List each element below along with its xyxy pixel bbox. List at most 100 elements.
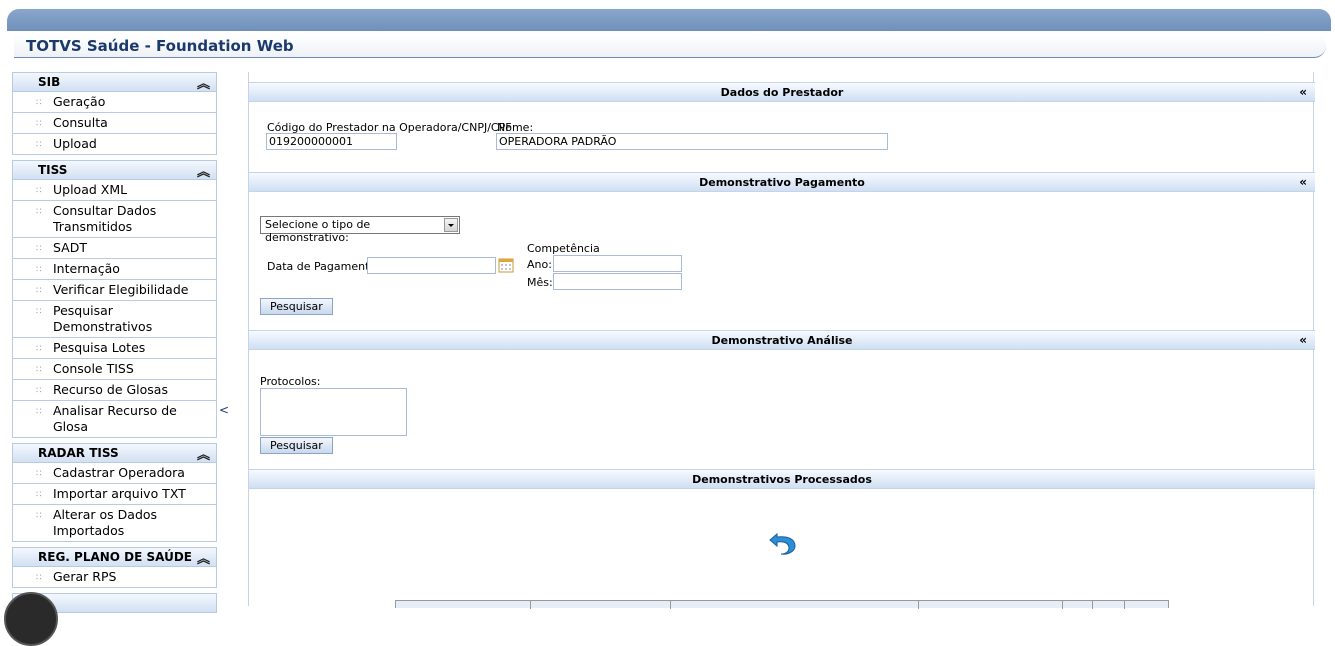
menu-item-internacao[interactable]: ∷ Internação <box>12 259 217 280</box>
collapse-up-icon[interactable]: ︽ <box>197 161 210 180</box>
menu-group-title: RADAR TISS <box>38 446 119 460</box>
bullet-icon: ∷ <box>36 286 42 296</box>
collapse-section-icon[interactable]: « <box>1299 175 1307 189</box>
competencia-label: Competência <box>527 242 600 255</box>
section-header-analise: Demonstrativo Análise « <box>249 330 1315 350</box>
select-value: Selecione o tipo de demonstrativo: <box>265 218 371 244</box>
menu-group-radar-tiss[interactable]: RADAR TISS ︽ <box>12 443 217 463</box>
protocolos-textarea[interactable] <box>260 388 407 436</box>
mes-label: Mês: <box>527 276 553 289</box>
codigo-prestador-field[interactable]: 019200000001 <box>266 133 397 150</box>
bullet-icon: ∷ <box>36 207 42 217</box>
app-title-bar: TOTVS Saúde - Foundation Web <box>14 34 1326 58</box>
menu-item-gerar-rps[interactable]: ∷ Gerar RPS <box>12 567 217 588</box>
menu-group-reg-plano[interactable]: REG. PLANO DE SAÚDE ︽ <box>12 547 217 567</box>
collapse-up-icon[interactable]: ︽ <box>197 444 210 463</box>
section-header-prestador: Dados do Prestador « <box>249 82 1315 102</box>
ano-field[interactable] <box>553 255 682 272</box>
menu-item-label: Consulta <box>53 115 108 130</box>
menu-item-pesquisa-lotes[interactable]: ∷ Pesquisa Lotes <box>12 338 217 359</box>
menu-item-pesquisar-demonstrativos[interactable]: ∷ Pesquisar Demonstrativos <box>12 301 217 338</box>
bullet-icon: ∷ <box>36 386 42 396</box>
collapse-up-icon[interactable]: ︽ <box>197 548 210 567</box>
bullet-icon: ∷ <box>36 265 42 275</box>
dropdown-arrow-icon[interactable] <box>444 218 458 232</box>
bullet-icon: ∷ <box>36 469 42 479</box>
collapse-up-icon[interactable]: ︽ <box>197 73 210 92</box>
bullet-icon: ∷ <box>36 573 42 583</box>
section-title: Demonstrativo Análise <box>711 334 853 347</box>
menu-item-analisar-recurso[interactable]: ∷ Analisar Recurso de Glosa <box>12 401 217 438</box>
bullet-icon: ∷ <box>36 365 42 375</box>
pesquisar-analise-button[interactable]: Pesquisar <box>260 437 333 454</box>
calendar-icon[interactable] <box>498 257 514 276</box>
bullet-icon: ∷ <box>36 119 42 129</box>
section-title: Dados do Prestador <box>720 86 844 99</box>
menu-item-label: Cadastrar Operadora <box>53 465 185 480</box>
menu-item-consulta[interactable]: ∷ Consulta <box>12 113 217 134</box>
menu-group-title: REG. PLANO DE SAÚDE <box>38 550 192 564</box>
menu-item-upload-xml[interactable]: ∷ Upload XML <box>12 180 217 201</box>
data-pagamento-field[interactable] <box>367 257 496 274</box>
section-title: Demonstrativos Processados <box>692 473 872 486</box>
mes-field[interactable] <box>553 273 682 290</box>
bullet-icon: ∷ <box>36 490 42 500</box>
menu-item-label: Upload XML <box>53 182 128 197</box>
menu-item-label: Pesquisar Demonstrativos <box>53 303 153 334</box>
processados-table-header <box>395 600 1169 609</box>
menu-item-label: Importar arquivo TXT <box>53 486 186 501</box>
sidebar-menu: SIB ︽ ∷ Geração ∷ Consulta ∷ Upload TISS ︽ … <box>12 72 217 613</box>
collapse-sidebar-button[interactable]: < <box>219 403 229 417</box>
menu-group-title: SIB <box>38 75 61 89</box>
menu-item-label: Consultar Dados Transmitidos <box>53 203 157 234</box>
menu-item-label: Upload <box>53 136 97 151</box>
menu-item-label: SADT <box>53 240 87 255</box>
bullet-icon: ∷ <box>36 307 42 317</box>
menu-group-title: TISS <box>38 163 68 177</box>
bullet-icon: ∷ <box>36 98 42 108</box>
menu-item-label: Geração <box>53 94 106 109</box>
bullet-icon: ∷ <box>36 344 42 354</box>
menu-item-label: Analisar Recurso de Glosa <box>53 403 177 434</box>
collapse-section-icon[interactable]: « <box>1299 85 1307 99</box>
bullet-icon: ∷ <box>36 186 42 196</box>
menu-item-alterar-dados[interactable]: ∷ Alterar os Dados Importados <box>12 505 217 542</box>
nome-field[interactable]: OPERADORA PADRÃO <box>496 133 888 150</box>
menu-item-console-tiss[interactable]: ∷ Console TISS <box>12 359 217 380</box>
menu-item-importar-txt[interactable]: ∷ Importar arquivo TXT <box>12 484 217 505</box>
menu-item-sadt[interactable]: ∷ SADT <box>12 238 217 259</box>
bullet-icon: ∷ <box>36 244 42 254</box>
menu-item-label: Verificar Elegibilidade <box>53 282 189 297</box>
menu-item-label: Internação <box>53 261 120 276</box>
menu-item-label: Recurso de Glosas <box>53 382 168 397</box>
section-title: Demonstrativo Pagamento <box>699 176 865 189</box>
section-header-pagamento: Demonstrativo Pagamento « <box>249 172 1315 192</box>
window-top-bar <box>7 9 1331 31</box>
menu-item-verificar-elegibilidade[interactable]: ∷ Verificar Elegibilidade <box>12 280 217 301</box>
menu-item-geracao[interactable]: ∷ Geração <box>12 92 217 113</box>
bullet-icon: ∷ <box>36 511 42 521</box>
menu-item-upload[interactable]: ∷ Upload <box>12 134 217 155</box>
app-title: TOTVS Saúde - Foundation Web <box>26 37 294 55</box>
section-header-processados: Demonstrativos Processados <box>249 469 1315 489</box>
menu-item-label: Console TISS <box>53 361 134 376</box>
bullet-icon: ∷ <box>36 140 42 150</box>
undo-arrow-icon[interactable] <box>767 526 799 561</box>
data-pagamento-label: Data de Pagamento: <box>267 260 380 273</box>
tipo-demonstrativo-select[interactable]: Selecione o tipo de demonstrativo: <box>260 216 460 244</box>
protocolos-label: Protocolos: <box>260 375 321 388</box>
menu-item-label: Alterar os Dados Importados <box>53 507 158 538</box>
pesquisar-pagamento-button[interactable]: Pesquisar <box>260 298 333 315</box>
ano-label: Ano: <box>527 258 552 271</box>
menu-item-label: Pesquisa Lotes <box>53 340 146 355</box>
menu-group-sib[interactable]: SIB ︽ <box>12 72 217 92</box>
menu-item-consultar-dados[interactable]: ∷ Consultar Dados Transmitidos <box>12 201 217 238</box>
menu-group-tiss[interactable]: TISS ︽ <box>12 160 217 180</box>
menu-item-cadastrar-operadora[interactable]: ∷ Cadastrar Operadora <box>12 463 217 484</box>
menu-item-recurso-glosas[interactable]: ∷ Recurso de Glosas <box>12 380 217 401</box>
collapse-section-icon[interactable]: « <box>1299 333 1307 347</box>
bullet-icon: ∷ <box>36 407 42 417</box>
main-content: Dados do Prestador « Código do Prestador… <box>248 72 1315 609</box>
avatar[interactable] <box>4 592 58 646</box>
menu-item-label: Gerar RPS <box>53 569 117 584</box>
